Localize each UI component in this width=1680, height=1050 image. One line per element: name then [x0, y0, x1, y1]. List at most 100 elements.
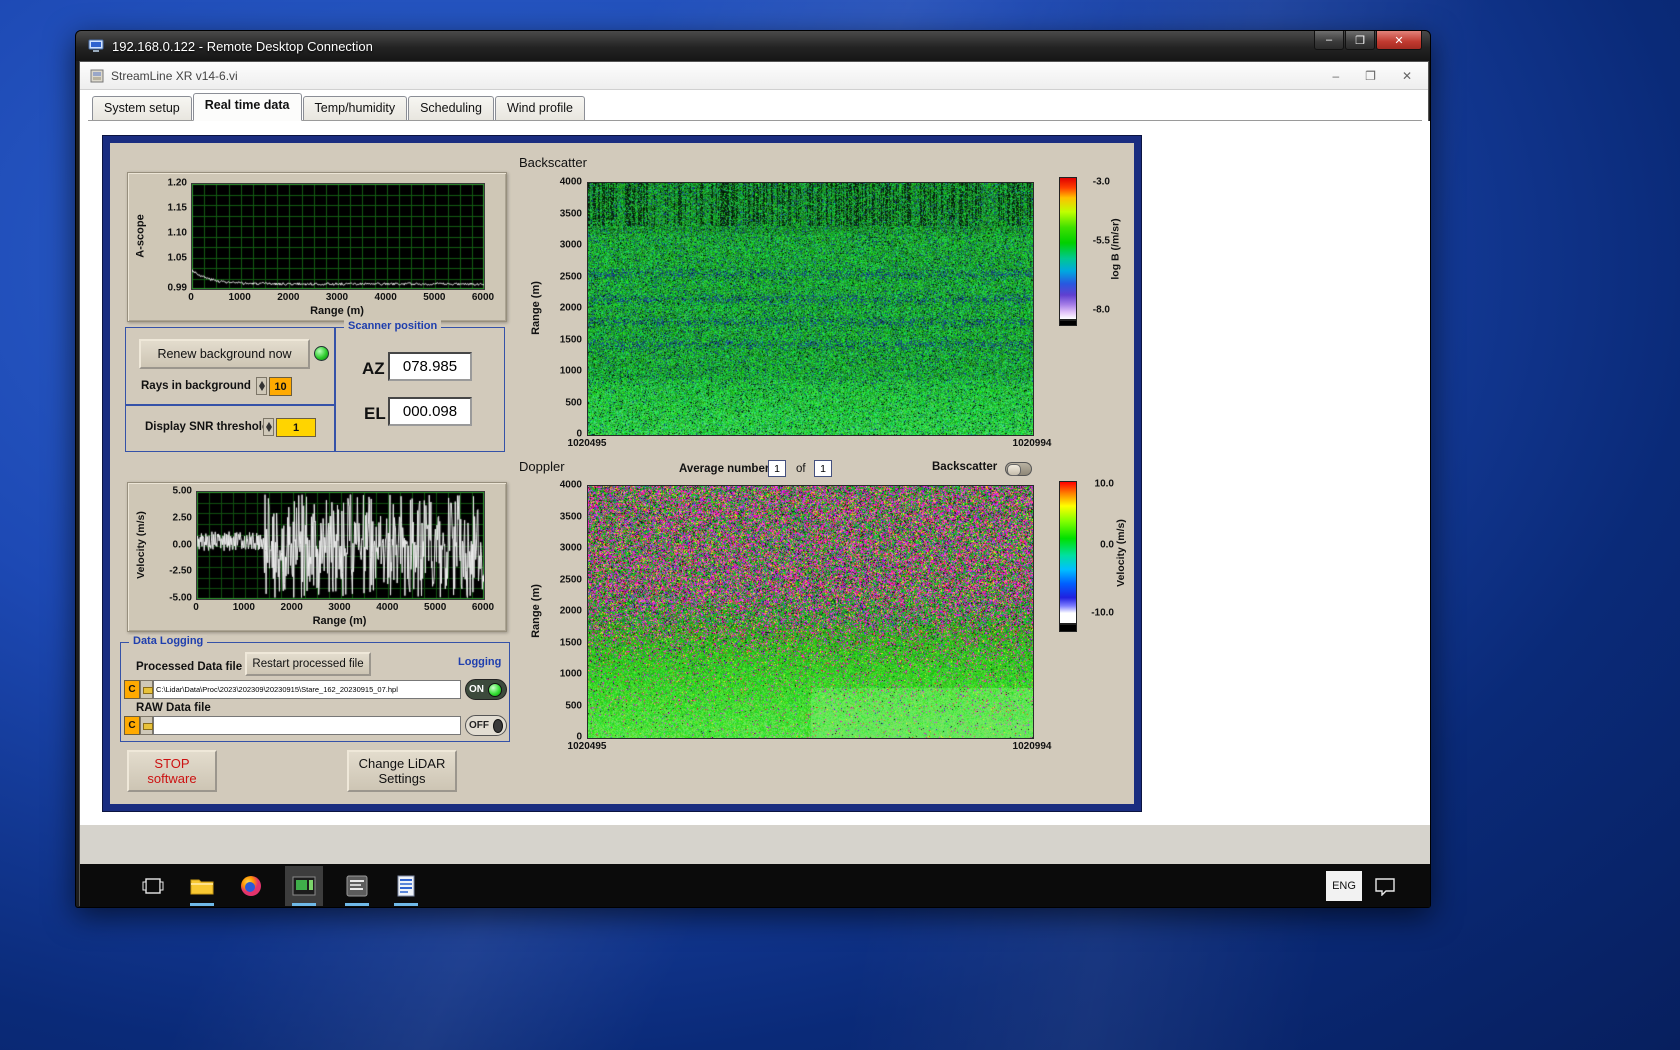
raw-drive-selector[interactable]: C	[124, 716, 140, 735]
panel-border: A-scope 1.201.151.101.050.99 01000200030…	[102, 135, 1142, 812]
average-of-label: of	[796, 463, 806, 475]
tab-temp-humidity[interactable]: Temp/humidity	[303, 96, 408, 120]
ascope-plot-frame: A-scope 1.201.151.101.050.99 01000200030…	[127, 172, 507, 322]
snr-spinner[interactable]	[263, 418, 274, 436]
file-explorer-button[interactable]	[187, 866, 217, 906]
rdp-titlebar[interactable]: 192.168.0.122 - Remote Desktop Connectio…	[76, 31, 1430, 61]
velocity-x-ticks: 0100020003000400050006000	[196, 602, 483, 615]
backscatter-colorbar-ticks: -3.0-5.5-8.0	[1079, 177, 1111, 320]
average-total-field[interactable]: 1	[814, 460, 832, 477]
streamline-app-button[interactable]	[285, 866, 323, 906]
notification-chat-icon[interactable]	[1374, 876, 1396, 896]
rdp-maximize-button[interactable]: ❐	[1345, 31, 1375, 50]
document-app-button[interactable]	[391, 866, 421, 906]
rdp-window: 192.168.0.122 - Remote Desktop Connectio…	[75, 30, 1431, 908]
on-led-icon	[488, 683, 502, 697]
doppler-heatmap-canvas	[587, 485, 1034, 739]
rays-value[interactable]: 10	[269, 377, 292, 396]
raw-path-field[interactable]	[153, 716, 461, 735]
file-explorer-icon	[190, 876, 214, 896]
scan-scheduler-icon	[346, 875, 368, 897]
doppler-y-ticks: 40003500300025002000150010005000	[548, 485, 583, 737]
az-label: AZ	[362, 359, 385, 379]
off-led-icon	[493, 719, 503, 733]
app-icon	[90, 69, 104, 83]
window-footer-band	[80, 825, 1430, 864]
rdp-close-button[interactable]: ✕	[1376, 31, 1422, 50]
scan-scheduler-button[interactable]	[342, 866, 372, 906]
app-minimize-button[interactable]: –	[1332, 69, 1339, 83]
backscatter-colorbar	[1059, 177, 1077, 320]
el-label: EL	[364, 404, 386, 424]
processed-path-field[interactable]: C:\Lidar\Data\Proc\2023\202309\20230915\…	[153, 680, 461, 699]
raw-browse-button[interactable]	[140, 716, 153, 735]
desktop: 192.168.0.122 - Remote Desktop Connectio…	[0, 0, 1680, 1050]
app-titlebar[interactable]: StreamLine XR v14-6.vi – ❐ ✕	[80, 62, 1428, 90]
app-close-button[interactable]: ✕	[1402, 69, 1412, 83]
computer-icon	[88, 39, 104, 53]
doppler-colorbar-label: Velocity (m/s)	[1113, 481, 1129, 624]
processed-logging-toggle[interactable]: ON	[465, 679, 507, 700]
streamline-app-icon	[292, 876, 316, 896]
data-logging-title: Data Logging	[129, 635, 207, 647]
logging-label: Logging	[458, 656, 501, 668]
backscatter-toggle-label: Backscatter	[932, 461, 997, 473]
firefox-icon	[239, 874, 263, 898]
processed-browse-button[interactable]	[140, 680, 153, 699]
doppler-colorbar-ticks: 10.00.0-10.0	[1079, 481, 1115, 624]
tab-strip: System setup Real time data Temp/humidit…	[88, 90, 1422, 121]
ascope-x-axis-label: Range (m)	[191, 305, 483, 317]
document-app-icon	[397, 875, 415, 897]
tab-wind-profile[interactable]: Wind profile	[495, 96, 585, 120]
rdp-title: 192.168.0.122 - Remote Desktop Connectio…	[112, 39, 373, 54]
raw-data-file-label: RAW Data file	[136, 702, 211, 714]
stop-software-button[interactable]: STOP software	[127, 750, 217, 792]
change-lidar-settings-button[interactable]: Change LiDAR Settings	[347, 750, 457, 792]
rdp-minimize-button[interactable]: –	[1314, 31, 1344, 50]
rays-spinner[interactable]	[256, 377, 267, 395]
backscatter-colorbar-label: log B (/m/sr)	[1108, 177, 1124, 320]
az-field[interactable]: 078.985	[388, 352, 472, 381]
ascope-x-ticks: 0100020003000400050006000	[191, 292, 483, 305]
task-view-button[interactable]	[138, 866, 168, 906]
doppler-x-ticks: 10204951020994	[587, 741, 1032, 754]
velocity-plot-frame: Velocity (m/s) 5.002.500.00-2.50-5.00 01…	[127, 482, 507, 632]
data-logging-group: Data Logging Processed Data file Restart…	[120, 642, 510, 742]
taskbar: ENG	[80, 864, 1430, 907]
backscatter-x-ticks: 10204951020994	[587, 438, 1032, 451]
doppler-colorbar	[1059, 481, 1077, 624]
backscatter-heatmap-canvas	[587, 182, 1034, 436]
scanner-position-group: Scanner position AZ 078.985 EL 000.098	[335, 327, 505, 452]
processed-drive-selector[interactable]: C	[124, 680, 140, 699]
tab-system-setup[interactable]: System setup	[92, 96, 192, 120]
average-number-field[interactable]: 1	[768, 460, 786, 477]
tab-real-time-data[interactable]: Real time data	[193, 93, 302, 121]
average-number-label: Average number	[679, 463, 769, 475]
snr-value[interactable]: 1	[276, 418, 316, 437]
velocity-plot-canvas	[196, 491, 485, 600]
doppler-colorbar-cap	[1059, 624, 1077, 632]
ascope-plot-canvas	[191, 183, 485, 290]
backscatter-plot-title: Backscatter	[519, 155, 587, 170]
rays-in-background-label: Rays in background	[141, 380, 251, 392]
velocity-x-axis-label: Range (m)	[196, 615, 483, 627]
scanner-position-title: Scanner position	[344, 320, 441, 332]
velocity-y-ticks: 5.002.500.00-2.50-5.00	[156, 491, 193, 598]
app-restore-button[interactable]: ❐	[1365, 69, 1376, 83]
ascope-y-axis-label: A-scope	[132, 183, 150, 288]
tab-scheduling[interactable]: Scheduling	[408, 96, 494, 120]
backscatter-display-toggle[interactable]	[1005, 462, 1032, 476]
remote-screen: StreamLine XR v14-6.vi – ❐ ✕ System setu…	[79, 61, 1429, 906]
restart-processed-file-button[interactable]: Restart processed file	[245, 652, 371, 676]
doppler-plot-title: Doppler	[519, 459, 565, 474]
raw-logging-toggle[interactable]: OFF	[465, 715, 507, 736]
language-indicator[interactable]: ENG	[1326, 871, 1362, 901]
snr-group: Display SNR threshold 1	[125, 405, 335, 452]
main-panel: A-scope 1.201.151.101.050.99 01000200030…	[110, 143, 1134, 804]
el-field[interactable]: 000.098	[388, 397, 472, 426]
backscatter-y-ticks: 40003500300025002000150010005000	[548, 182, 583, 434]
renew-background-button[interactable]: Renew background now	[139, 339, 310, 369]
backscatter-colorbar-cap	[1059, 320, 1077, 326]
backscatter-y-axis-label: Range (m)	[527, 182, 545, 434]
firefox-button[interactable]	[236, 866, 266, 906]
